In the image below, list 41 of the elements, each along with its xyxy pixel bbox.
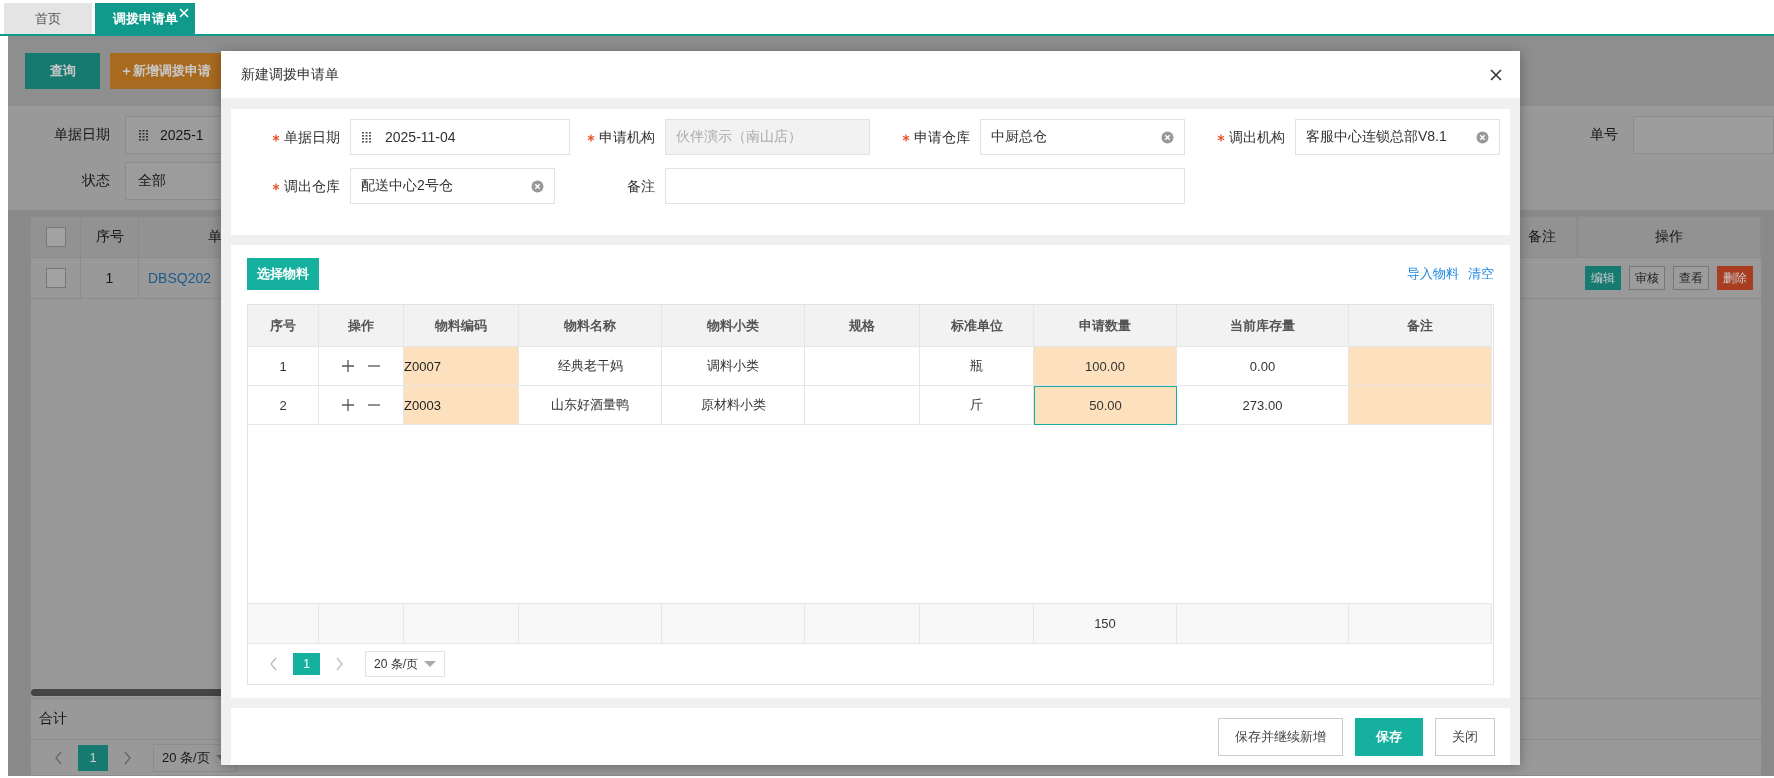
- field-label: 单号: [1589, 126, 1619, 144]
- table-cell: 调料小类: [662, 347, 805, 386]
- field-label: 申请机构: [599, 129, 655, 147]
- column-header: 物料名称: [519, 305, 662, 347]
- header-cell: 序号: [81, 217, 139, 257]
- field-label: 调出仓库: [284, 178, 340, 196]
- table-cell: 原材料小类: [662, 386, 805, 425]
- date-value: 2025-1: [160, 127, 204, 143]
- field-value: 中厨总仓: [991, 128, 1048, 146]
- status-value: 全部: [138, 172, 166, 190]
- column-header: 物料小类: [662, 305, 805, 347]
- column-header: 申请数量: [1034, 305, 1177, 347]
- table-cell: 山东好酒量鸭: [519, 386, 662, 425]
- page-size-value: 20 条/页: [374, 655, 418, 673]
- header-cell-text: 单: [207, 227, 222, 246]
- table-cell: 2: [248, 386, 319, 425]
- field-label: 单据日期: [284, 129, 340, 147]
- column-header: 当前库存量: [1177, 305, 1349, 347]
- field-label: 申请仓库: [914, 129, 970, 147]
- field-value: 2025-11-04: [385, 129, 457, 145]
- column-header: 标准单位: [920, 305, 1034, 347]
- field-label: 状态: [81, 172, 111, 190]
- column-header: 操作: [319, 305, 404, 347]
- table-cell: 经典老干妈: [519, 347, 662, 386]
- page-size-value: 20 条/页: [162, 748, 210, 767]
- field-label: 备注: [627, 178, 655, 196]
- header-cell: 操作: [1577, 217, 1761, 257]
- field-label: 单据日期: [53, 126, 111, 144]
- summary-cell: 150: [1034, 604, 1177, 644]
- column-header: 物料编码: [404, 305, 519, 347]
- field-label: 调出机构: [1229, 129, 1285, 147]
- modal-title: 新建调拨申请单: [241, 65, 339, 84]
- field-value: 伙伴演示（南山店）: [676, 128, 803, 146]
- field-value: 客服中心连锁总部V8.1: [1306, 128, 1448, 146]
- field-value: 配送中心2号仓: [361, 177, 454, 195]
- total-label: 合计: [38, 710, 68, 728]
- column-header: 序号: [248, 305, 319, 347]
- column-header: 备注: [1349, 305, 1492, 347]
- column-header: 规格: [805, 305, 920, 347]
- table-cell: 1: [248, 347, 319, 386]
- table-cell: 1: [81, 258, 139, 298]
